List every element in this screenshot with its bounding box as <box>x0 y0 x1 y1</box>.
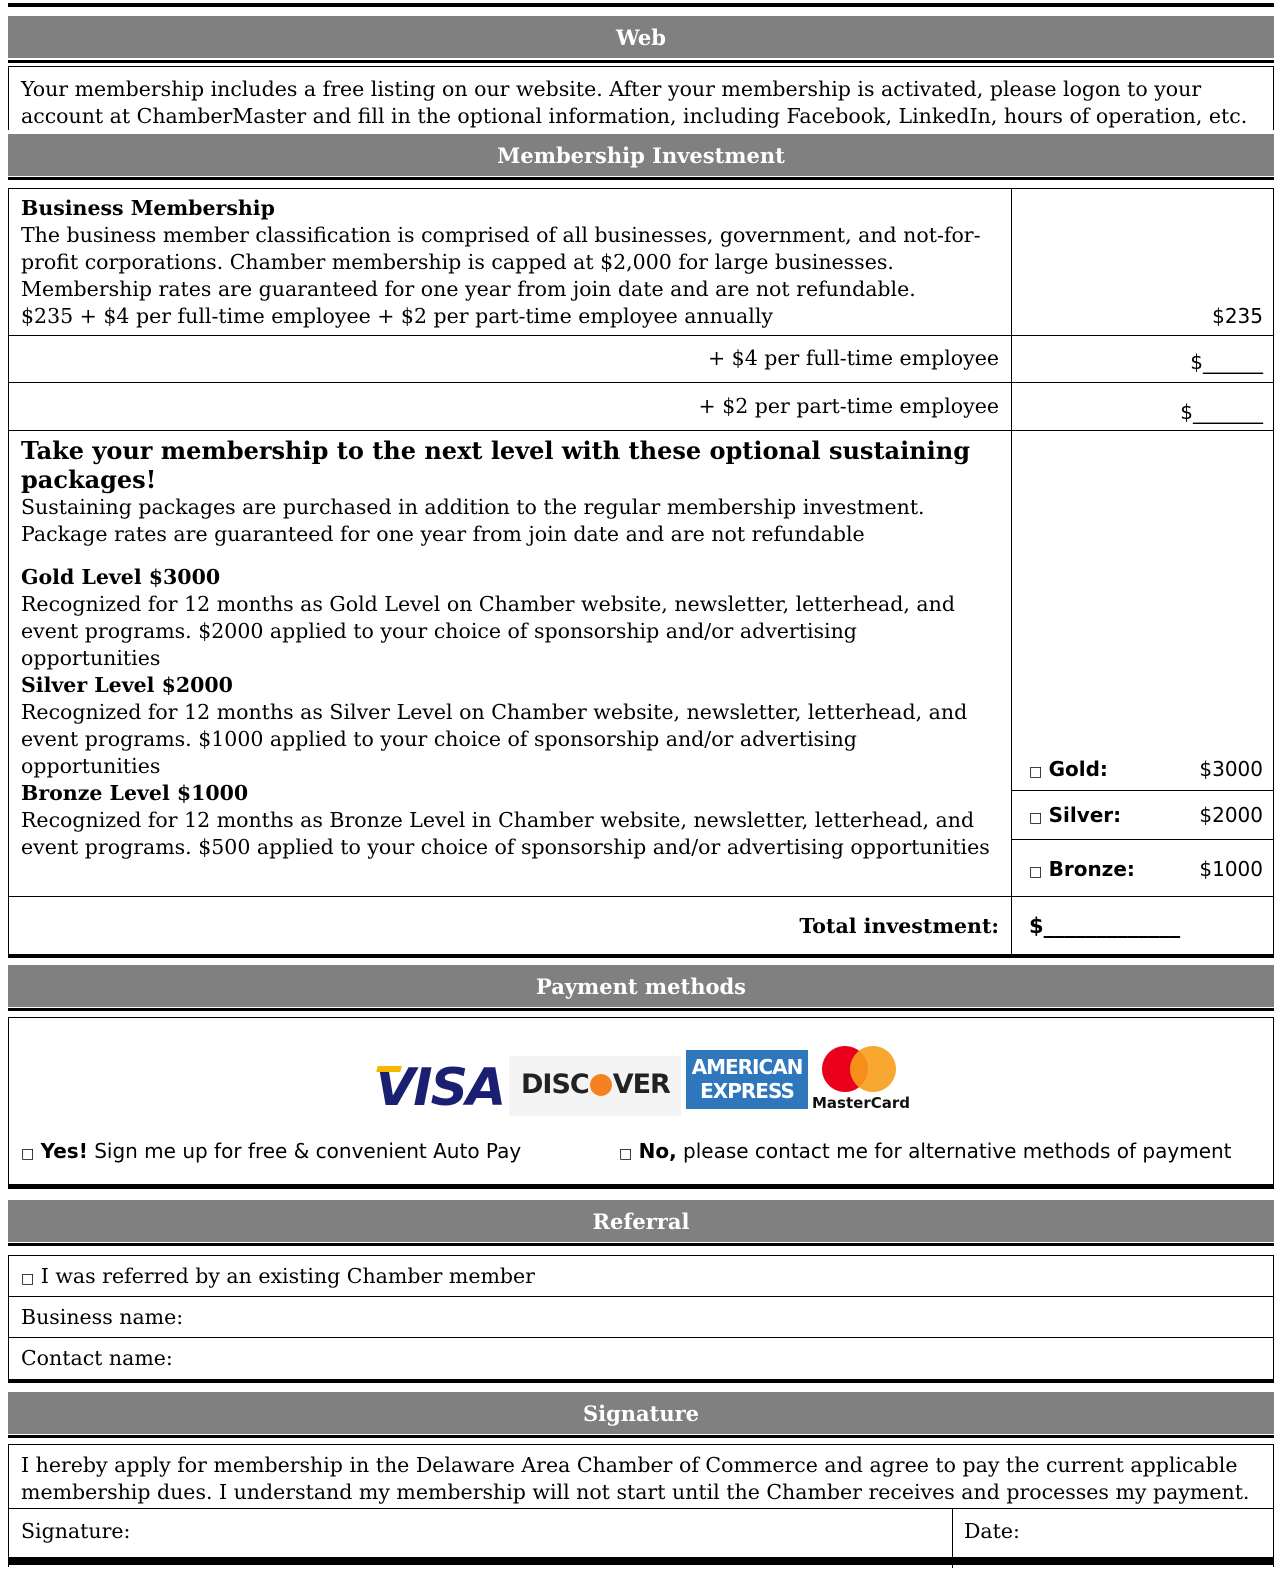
signature-header-label: Signature <box>582 1400 700 1426</box>
sustaining-cell: Take your membership to the next level w… <box>21 436 996 861</box>
signature-section: I hereby apply for membership in the Del… <box>8 1444 1274 1568</box>
referral-header: Referral <box>8 1200 1274 1242</box>
amex-text-a: AMERICAN <box>691 1055 804 1079</box>
contact-name-field[interactable]: Contact name: <box>21 1345 1265 1372</box>
mc-orange-circle <box>850 1046 896 1092</box>
silver-title: Silver Level $2000 <box>21 673 233 697</box>
referred-checkbox[interactable]: □ <box>21 1271 34 1287</box>
autopay-no-checkbox[interactable]: □ <box>619 1146 632 1162</box>
discover-dot <box>589 1074 612 1096</box>
autopay-yes-option[interactable]: □ Yes! Sign me up for free & convenient … <box>21 1139 521 1163</box>
bottom-rule <box>8 1557 1274 1565</box>
referral-section: □ I was referred by an existing Chamber … <box>8 1255 1274 1380</box>
autopay-no-bold: No, <box>638 1139 677 1163</box>
rule <box>8 954 1274 958</box>
silver-price: $2000 <box>1199 803 1263 827</box>
autopay-yes-text: Sign me up for free & convenient Auto Pa… <box>94 1139 522 1163</box>
row-line <box>1011 839 1273 840</box>
investment-table: Business Membership The business member … <box>8 188 1274 955</box>
bronze-checkbox[interactable]: □ <box>1029 864 1042 880</box>
row-line <box>9 896 1273 897</box>
payment-header: Payment methods <box>8 965 1274 1007</box>
rule <box>8 1185 1274 1189</box>
rule <box>8 1435 1274 1438</box>
referred-option[interactable]: □ I was referred by an existing Chamber … <box>21 1263 535 1293</box>
rule <box>8 1379 1274 1383</box>
row-line <box>9 1337 1273 1338</box>
visa-logo: VISA <box>375 1062 510 1114</box>
bronze-desc: Recognized for 12 months as Bronze Level… <box>21 808 990 859</box>
part-time-label: + $2 per part-time employee <box>698 394 1000 418</box>
row-line <box>1011 790 1273 791</box>
full-time-label: + $4 per full-time employee <box>707 346 999 370</box>
signature-header: Signature <box>8 1392 1274 1434</box>
gold-option[interactable]: □ Gold: <box>1029 757 1108 781</box>
discover-logo: DISC VER <box>509 1056 681 1116</box>
autopay-no-text: please contact me for alternative method… <box>683 1139 1232 1163</box>
amex-logo: AMERICAN EXPRESS <box>686 1050 808 1109</box>
business-name-field[interactable]: Business name: <box>21 1304 1265 1331</box>
business-desc: The business member classification is co… <box>21 223 981 301</box>
row-line <box>9 430 1273 431</box>
autopay-yes-bold: Yes! <box>40 1139 88 1163</box>
date-field[interactable]: Date: <box>964 1518 1020 1545</box>
payment-section: VISA DISC VER AMERICAN EXPRESS MasterCard… <box>8 1017 1274 1185</box>
rule <box>8 60 1274 63</box>
business-formula: $235 + $4 per full-time employee + $2 pe… <box>21 304 773 328</box>
web-header-label: Web <box>616 24 666 50</box>
amex-text-b: EXPRESS <box>700 1079 795 1103</box>
signature-agreement-text: I hereby apply for membership in the Del… <box>21 1453 1250 1504</box>
part-time-amount-field[interactable]: $_______ <box>1180 400 1263 424</box>
discover-text-a: DISC <box>521 1069 590 1100</box>
silver-option[interactable]: □ Silver: <box>1029 803 1121 827</box>
total-amount-field[interactable]: $_____________ <box>1029 914 1180 938</box>
mastercard-logo: MasterCard <box>810 1044 914 1116</box>
sustaining-title: Take your membership to the next level w… <box>21 436 970 494</box>
silver-checkbox[interactable]: □ <box>1029 810 1042 826</box>
total-label: Total investment: <box>799 914 999 938</box>
signature-field[interactable]: Signature: <box>21 1518 130 1545</box>
rule <box>8 177 1274 180</box>
web-header: Web <box>8 16 1274 58</box>
autopay-no-option[interactable]: □ No, please contact me for alternative … <box>619 1139 1232 1163</box>
mc-text: MasterCard <box>812 1094 910 1112</box>
referral-header-label: Referral <box>592 1208 690 1234</box>
row-line <box>9 382 1273 383</box>
top-rule <box>8 3 1274 7</box>
gold-option-label: Gold: <box>1048 757 1108 781</box>
visa-flag <box>376 1066 402 1072</box>
full-time-amount-field[interactable]: $______ <box>1190 350 1263 374</box>
gold-desc: Recognized for 12 months as Gold Level o… <box>21 592 955 670</box>
business-amount: $235 <box>1212 304 1263 328</box>
payment-header-label: Payment methods <box>536 973 746 999</box>
business-title: Business Membership <box>21 196 275 220</box>
discover-text-b: VER <box>612 1069 671 1100</box>
web-section: Your membership includes a free listing … <box>8 66 1274 130</box>
bronze-option-label: Bronze: <box>1048 857 1135 881</box>
row-line <box>9 1296 1273 1297</box>
business-membership-cell: Business Membership The business member … <box>21 195 1006 330</box>
investment-header-label: Membership Investment <box>497 142 785 168</box>
bronze-price: $1000 <box>1199 857 1263 881</box>
rule <box>8 1243 1274 1246</box>
gold-title: Gold Level $3000 <box>21 565 221 589</box>
silver-desc: Recognized for 12 months as Silver Level… <box>21 700 968 778</box>
silver-option-label: Silver: <box>1048 803 1122 827</box>
gold-checkbox[interactable]: □ <box>1029 764 1042 780</box>
bronze-title: Bronze Level $1000 <box>21 781 249 805</box>
investment-header: Membership Investment <box>8 134 1274 176</box>
bronze-option[interactable]: □ Bronze: <box>1029 857 1135 881</box>
rule <box>8 1008 1274 1011</box>
row-line <box>9 1508 1273 1509</box>
sustaining-desc: Sustaining packages are purchased in add… <box>21 495 925 546</box>
web-text: Your membership includes a free listing … <box>21 77 1248 128</box>
referred-label: I was referred by an existing Chamber me… <box>40 1264 535 1288</box>
row-line <box>9 335 1273 336</box>
gold-price: $3000 <box>1199 757 1263 781</box>
autopay-yes-checkbox[interactable]: □ <box>21 1146 34 1162</box>
